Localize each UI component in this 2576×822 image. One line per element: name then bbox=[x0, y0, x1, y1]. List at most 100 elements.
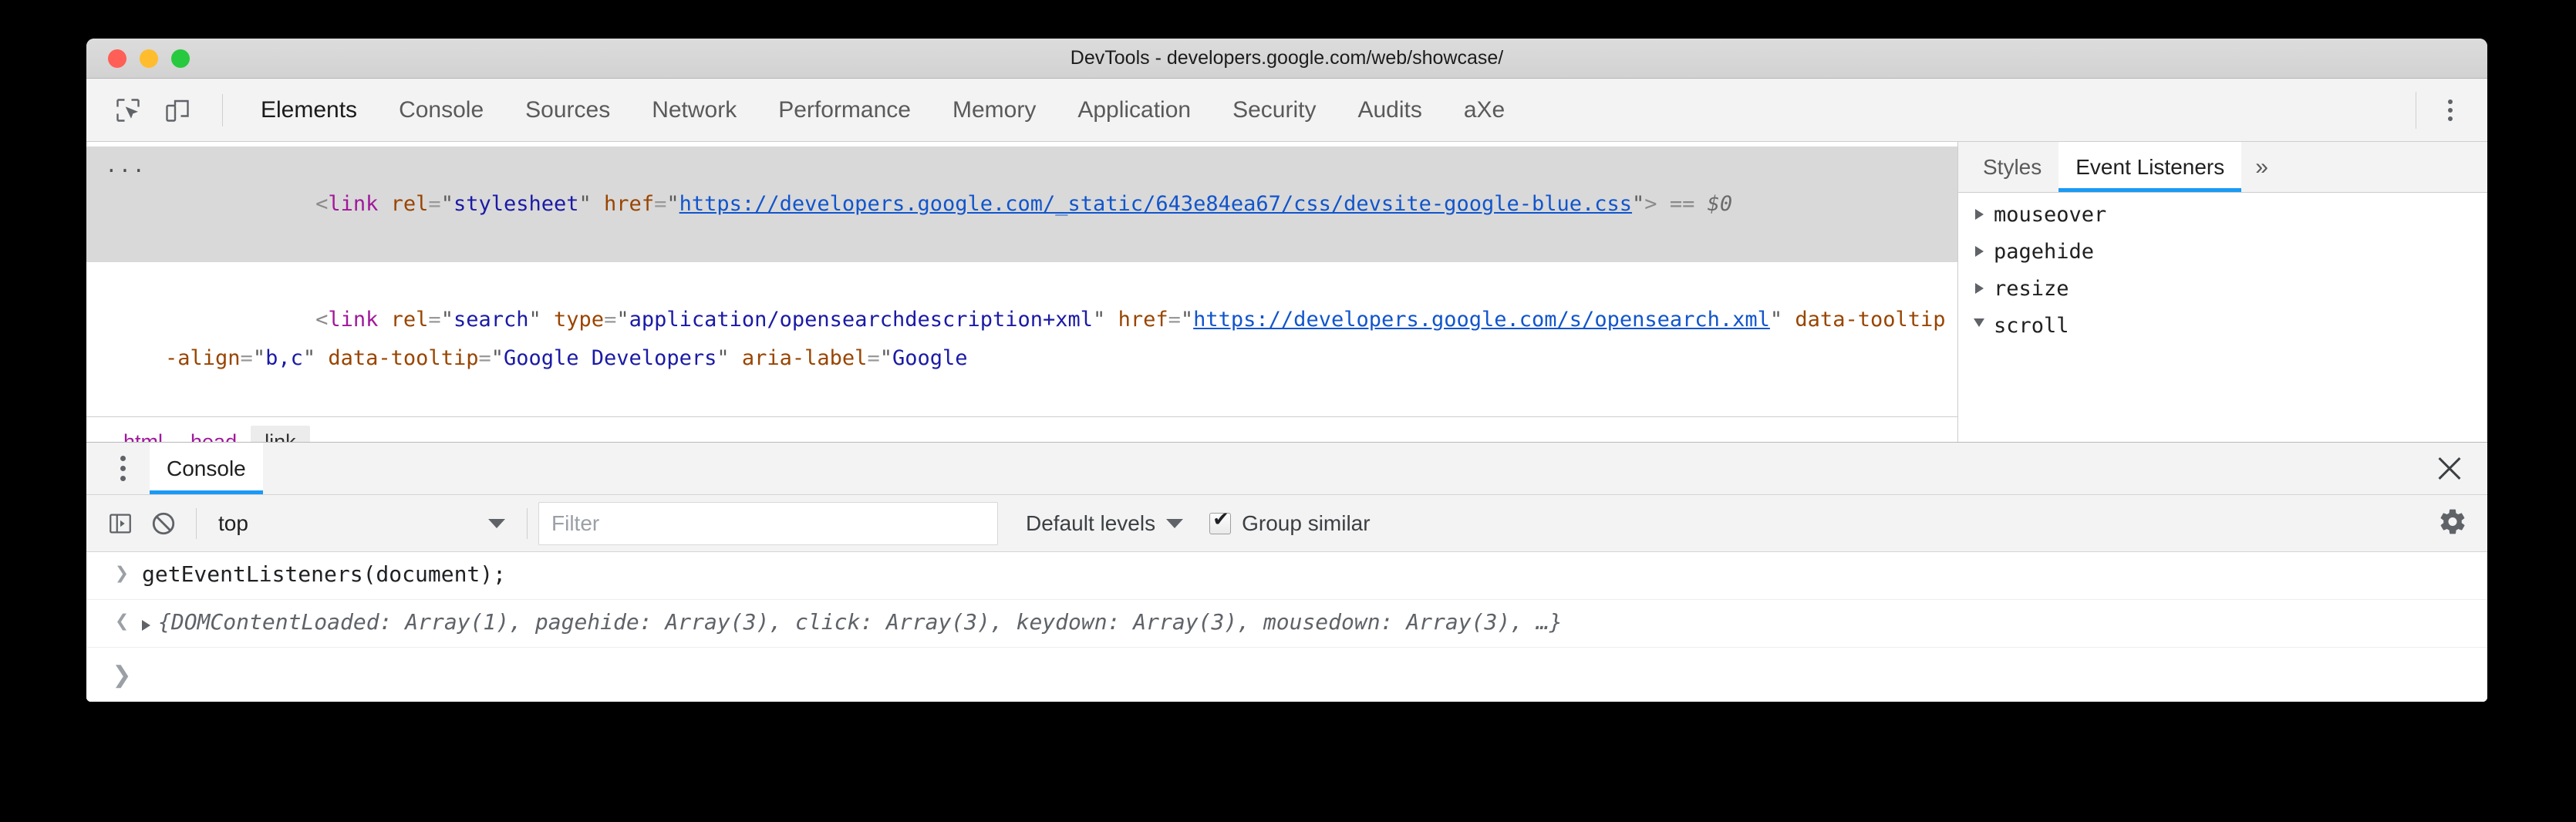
drawer-tab-console[interactable]: Console bbox=[150, 443, 263, 494]
chevron-down-icon bbox=[1166, 519, 1183, 528]
code-token bbox=[541, 308, 554, 332]
code-token: = bbox=[428, 192, 440, 216]
sidebar-tab-event-listeners[interactable]: Event Listeners bbox=[2058, 142, 2241, 192]
opensearch-href-link[interactable]: https://developers.google.com/s/opensear… bbox=[1193, 308, 1770, 332]
gear-icon[interactable] bbox=[2438, 507, 2467, 540]
code-token: link bbox=[328, 192, 378, 216]
tab-security[interactable]: Security bbox=[1212, 79, 1337, 141]
kebab-menu-icon[interactable] bbox=[2427, 87, 2473, 133]
console-toolbar: top Filter Default levels Group similar bbox=[86, 495, 2487, 552]
listener-item-pagehide[interactable]: pagehide bbox=[1958, 233, 2487, 270]
code-token: > bbox=[1644, 192, 1657, 216]
code-token: search bbox=[453, 308, 529, 332]
dom-row[interactable]: ... <link rel="stylesheet" href="https:/… bbox=[86, 147, 1957, 262]
window-title: DevTools - developers.google.com/web/sho… bbox=[86, 47, 2487, 69]
group-similar-checkbox[interactable] bbox=[1209, 513, 1231, 534]
dom-row-ellipsis[interactable]: ... bbox=[86, 147, 165, 185]
dom-tree[interactable]: ... <link rel="stylesheet" href="https:/… bbox=[86, 142, 1957, 416]
toolbar-right bbox=[2416, 79, 2487, 141]
code-token: = bbox=[241, 346, 253, 370]
code-token bbox=[1694, 192, 1707, 216]
prompt-arrow-icon: ❯ bbox=[102, 662, 142, 689]
code-token: " bbox=[1093, 308, 1105, 332]
device-toolbar-icon[interactable] bbox=[156, 89, 199, 132]
code-token: " bbox=[529, 308, 541, 332]
code-token: " bbox=[491, 346, 504, 370]
elements-panel: ... <link rel="stylesheet" href="https:/… bbox=[86, 142, 2487, 442]
filter-input[interactable]: Filter bbox=[538, 502, 998, 545]
listener-item-resize[interactable]: resize bbox=[1958, 270, 2487, 307]
code-token: " bbox=[441, 308, 453, 332]
tab-memory[interactable]: Memory bbox=[932, 79, 1057, 141]
triangle-right-icon[interactable] bbox=[1969, 246, 1989, 257]
code-token: " bbox=[880, 346, 892, 370]
code-token: " bbox=[441, 192, 453, 216]
sidebar-tabs: Styles Event Listeners » bbox=[1958, 142, 2487, 193]
clear-console-icon[interactable] bbox=[142, 502, 185, 545]
tab-console[interactable]: Console bbox=[378, 79, 504, 141]
code-token bbox=[1657, 192, 1670, 216]
code-token bbox=[378, 192, 390, 216]
title-bar: DevTools - developers.google.com/web/sho… bbox=[86, 39, 2487, 79]
console-sidebar-toggle-icon[interactable] bbox=[99, 502, 142, 545]
listener-item-scroll[interactable]: scroll bbox=[1958, 307, 2487, 344]
code-token: " bbox=[716, 346, 729, 370]
prompt-arrow-icon: ❯ bbox=[102, 552, 142, 587]
result-arrow-icon: ❮ bbox=[102, 600, 142, 635]
console-input-line: ❯ getEventListeners(document); bbox=[86, 552, 2487, 600]
console-output-text[interactable]: {DOMContentLoaded: Array(1), pagehide: A… bbox=[142, 600, 1563, 635]
code-token: b,c bbox=[265, 346, 303, 370]
code-token: " bbox=[1632, 192, 1644, 216]
kebab-menu-icon[interactable] bbox=[96, 443, 150, 495]
stylesheet-href-link[interactable]: https://developers.google.com/_static/64… bbox=[679, 192, 1632, 216]
chevron-double-right-icon[interactable]: » bbox=[2241, 142, 2282, 192]
dom-tree-pane: ... <link rel="stylesheet" href="https:/… bbox=[86, 142, 1958, 442]
dom-row-code: <link rel="search" type="application/ope… bbox=[165, 262, 1957, 416]
execution-context-select[interactable]: top bbox=[207, 502, 516, 545]
code-token: rel bbox=[391, 192, 429, 216]
code-token: link bbox=[328, 308, 378, 332]
tab-network[interactable]: Network bbox=[631, 79, 757, 141]
triangle-right-icon[interactable] bbox=[1969, 283, 1989, 294]
code-token: Google bbox=[892, 346, 968, 370]
dom-row[interactable]: <link rel="search" type="application/ope… bbox=[86, 262, 1957, 416]
group-similar-toggle[interactable]: Group similar bbox=[1209, 511, 1370, 536]
listener-label: mouseover bbox=[1994, 203, 2106, 227]
toolbar-divider bbox=[196, 508, 197, 539]
triangle-right-icon[interactable] bbox=[142, 620, 150, 631]
code-token: " bbox=[1770, 308, 1782, 332]
event-listeners-list: mouseover pagehide resize scroll bbox=[1958, 193, 2487, 442]
code-token: " bbox=[579, 192, 592, 216]
listener-label: scroll bbox=[1994, 314, 2069, 338]
code-token bbox=[378, 308, 390, 332]
dom-row-code: <link rel="stylesheet" href="https://dev… bbox=[165, 147, 1957, 262]
toolbar-divider bbox=[222, 94, 223, 126]
console-prompt[interactable]: ❯ bbox=[86, 648, 2487, 702]
tab-performance[interactable]: Performance bbox=[757, 79, 932, 141]
tab-elements[interactable]: Elements bbox=[240, 79, 378, 141]
tab-axe[interactable]: aXe bbox=[1443, 79, 1526, 141]
code-token: aria-label bbox=[742, 346, 868, 370]
code-token: " bbox=[303, 346, 315, 370]
main-toolbar: Elements Console Sources Network Perform… bbox=[86, 79, 2487, 142]
log-levels-select[interactable]: Default levels bbox=[1026, 511, 1183, 536]
code-token: type bbox=[554, 308, 604, 332]
console-output-value: {DOMContentLoaded: Array(1), pagehide: A… bbox=[158, 609, 1563, 635]
listener-item-mouseover[interactable]: mouseover bbox=[1958, 196, 2487, 233]
code-token: " bbox=[666, 192, 679, 216]
code-token: href bbox=[1118, 308, 1168, 332]
console-output-line: ❮ {DOMContentLoaded: Array(1), pagehide:… bbox=[86, 600, 2487, 648]
code-token: < bbox=[315, 192, 328, 216]
tab-application[interactable]: Application bbox=[1057, 79, 1212, 141]
triangle-right-icon[interactable] bbox=[1969, 209, 1989, 220]
inspect-element-icon[interactable] bbox=[106, 89, 150, 132]
tab-sources[interactable]: Sources bbox=[504, 79, 631, 141]
group-similar-label: Group similar bbox=[1242, 511, 1370, 536]
selected-node-ref: $0 bbox=[1708, 192, 1733, 216]
toolbar-icons bbox=[86, 89, 240, 132]
tab-audits[interactable]: Audits bbox=[1337, 79, 1442, 141]
triangle-down-icon[interactable] bbox=[1969, 318, 1989, 332]
close-icon[interactable] bbox=[2432, 451, 2467, 487]
code-token: application/opensearchdescription+xml bbox=[629, 308, 1093, 332]
sidebar-tab-styles[interactable]: Styles bbox=[1966, 142, 2058, 192]
